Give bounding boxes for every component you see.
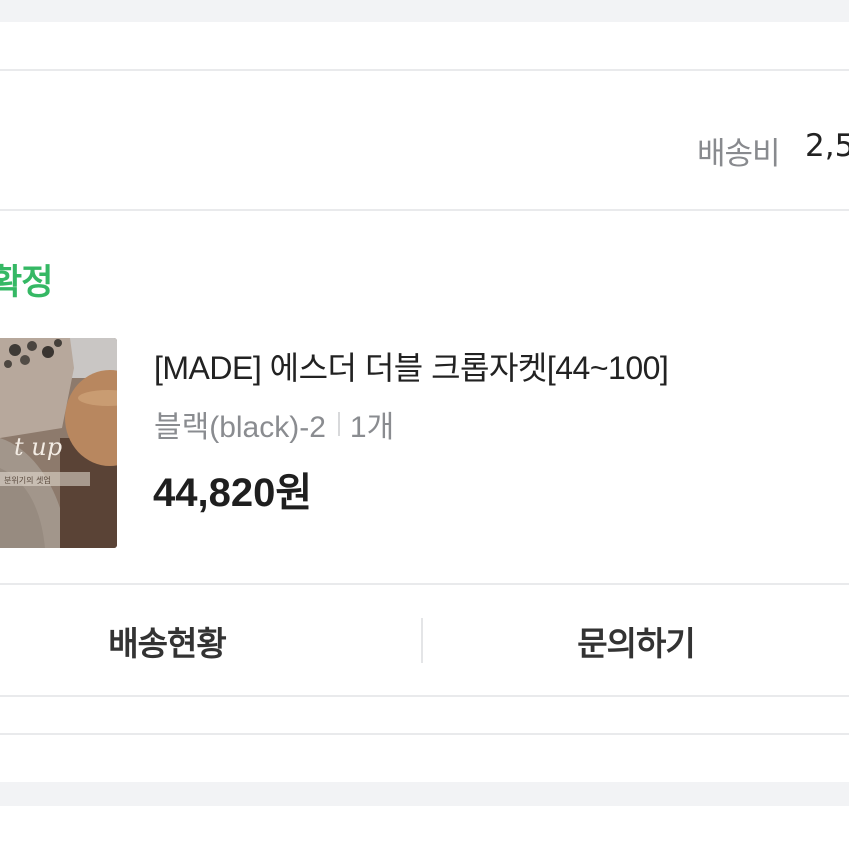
thumbnail-caption: 분위기의 셋업 [4, 475, 51, 485]
bottom-gray-band [0, 782, 849, 806]
top-gray-band [0, 0, 849, 22]
thumbnail-overlay-text: t up [14, 433, 62, 461]
action-divider [421, 618, 423, 663]
divider-bottom [0, 733, 849, 735]
product-thumbnail[interactable]: t up 분위기의 셋업 [0, 338, 117, 548]
order-status: 확정 [0, 263, 53, 303]
shipping-fee-value: 2,5 [805, 128, 849, 164]
order-detail-page: 배송비 2,5 확정 t up 분위기의 셋업 [MADE] 에스더 더블 크롭… [0, 0, 849, 849]
divider-shipping [0, 209, 849, 211]
inquiry-button[interactable]: 문의하기 [423, 586, 849, 696]
order-action-bar: 배송현황 문의하기 [0, 586, 849, 696]
product-name[interactable]: [MADE] 에스더 더블 크롭자켓[44~100] [154, 343, 669, 389]
divider-actions-bottom [0, 695, 849, 697]
option-separator [337, 412, 340, 436]
shipping-fee-row: 배송비 2,5 [0, 124, 849, 170]
product-thumbnail-image: t up 분위기의 셋업 [0, 338, 117, 548]
product-option-line: 블랙(black)-2 1개 [154, 404, 394, 444]
divider-top [0, 69, 849, 71]
product-option: 블랙(black)-2 [154, 411, 326, 444]
shipping-fee-label: 배송비 [697, 136, 781, 170]
product-quantity: 1개 [349, 411, 395, 444]
delivery-status-button[interactable]: 배송현황 [0, 586, 334, 696]
product-price: 44,820원 [153, 471, 313, 515]
divider-actions-top [0, 583, 849, 585]
